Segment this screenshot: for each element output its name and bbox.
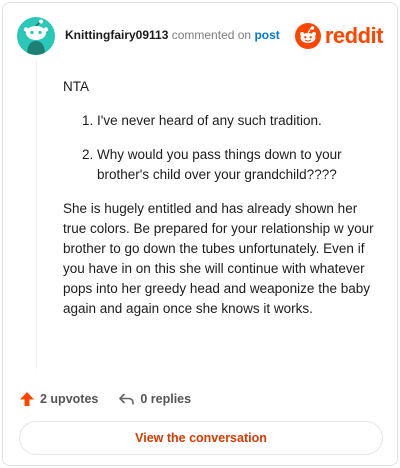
username-link[interactable]: Knittingfairy09113 [65,28,168,42]
upvote-arrow-icon [20,392,34,406]
reddit-brand[interactable]: reddit [294,21,384,51]
post-link[interactable]: post [254,28,279,42]
comment-embed-card: Knittingfairy09113 commented on post red… [2,2,398,466]
comment-intro: NTA [63,79,89,94]
user-avatar[interactable] [17,17,55,55]
reply-count: 0 replies [140,392,192,406]
meta-verb: commented on [171,28,252,42]
upvote-count: 2 upvotes [40,392,99,406]
comment-header: Knittingfairy09113 commented on post red… [17,17,384,55]
avatar-snoo-icon [23,19,49,55]
reddit-logo-icon [294,23,321,49]
view-conversation-button[interactable]: View the conversation [19,421,383,455]
thread-line [36,61,37,369]
comment-body: NTA I've never heard of any such traditi… [63,77,379,333]
reply-arrow-icon [119,393,135,405]
upvote-button[interactable]: 2 upvotes [19,391,98,407]
reply-button[interactable]: 0 replies [118,391,191,407]
comment-meta: Knittingfairy09113 commented on post [65,28,280,42]
list-item: I've never heard of any such tradition. [97,111,379,131]
comment-paragraph: She is hugely entitled and has already s… [63,201,374,316]
comment-actions: 2 upvotes 0 replies [19,387,191,411]
comment-list: I've never heard of any such tradition. … [63,111,379,185]
reddit-wordmark: reddit [324,23,384,48]
list-item: Why would you pass things down to your b… [97,145,379,185]
